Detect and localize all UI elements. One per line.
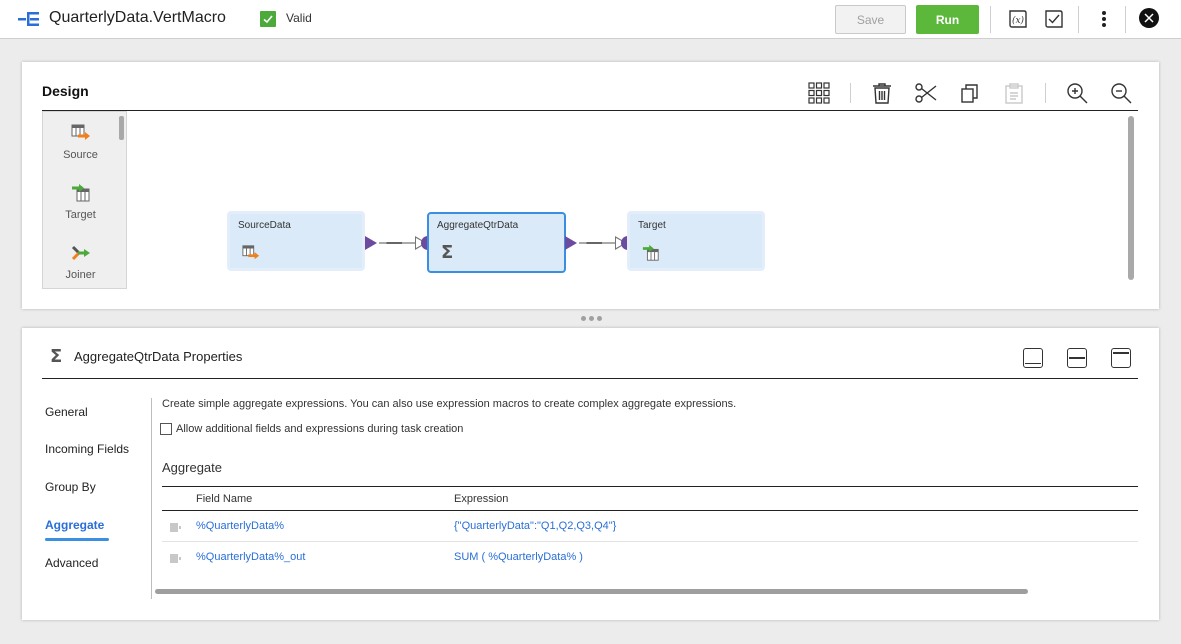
- expression-cell[interactable]: SUM ( %QuarterlyData% ): [454, 551, 583, 563]
- divider: [990, 6, 991, 33]
- divider: [850, 83, 851, 103]
- node-source[interactable]: SourceData: [227, 211, 365, 271]
- dock-bottom-icon[interactable]: [1023, 348, 1043, 368]
- allow-additional-fields-checkbox[interactable]: [160, 423, 172, 435]
- copy-icon[interactable]: [959, 82, 981, 104]
- zoom-out-icon[interactable]: [1110, 82, 1132, 104]
- node-target[interactable]: Target: [627, 211, 765, 271]
- table-row[interactable]: %QuarterlyData% {"QuarterlyData":"Q1,Q2,…: [162, 512, 1138, 542]
- section-title: Aggregate: [162, 460, 222, 475]
- node-aggregate[interactable]: AggregateQtrData Σ: [427, 212, 566, 273]
- expression-cell[interactable]: {"QuarterlyData":"Q1,Q2,Q3,Q4"}: [454, 520, 616, 532]
- palette-label: Joiner: [65, 269, 96, 281]
- nav-item-group-by[interactable]: Group By: [45, 480, 96, 494]
- palette-label: Target: [65, 209, 96, 221]
- more-vertical-icon[interactable]: [1093, 8, 1115, 30]
- node-label: Target: [638, 220, 666, 231]
- joiner-icon: [71, 245, 90, 261]
- palette-label: Source: [63, 149, 98, 161]
- top-bar: QuarterlyData.VertMacro Valid Save Run (…: [0, 0, 1181, 39]
- validate-expression-icon[interactable]: (x): [1007, 8, 1029, 30]
- source-icon: [71, 124, 90, 140]
- drag-handle-icon[interactable]: [170, 554, 181, 563]
- run-button[interactable]: Run: [916, 5, 979, 34]
- output-port[interactable]: [565, 236, 577, 250]
- design-title: Design: [42, 83, 89, 99]
- save-button[interactable]: Save: [835, 5, 906, 34]
- node-label: SourceData: [238, 220, 291, 231]
- divider: [42, 110, 1138, 111]
- link-line[interactable]: [579, 242, 617, 244]
- cut-icon[interactable]: [915, 82, 937, 104]
- divider: [1078, 6, 1079, 33]
- transformation-palette: Source Target Joiner: [42, 111, 127, 289]
- palette-item-joiner[interactable]: Joiner: [43, 244, 118, 281]
- nav-item-aggregate[interactable]: Aggregate: [45, 518, 109, 541]
- maximize-panel-icon[interactable]: [1111, 348, 1131, 368]
- nav-item-incoming-fields[interactable]: Incoming Fields: [45, 442, 129, 456]
- table-horizontal-scrollbar[interactable]: [155, 589, 1028, 594]
- source-icon: [242, 245, 260, 260]
- properties-panel: Σ AggregateQtrData Properties General In…: [22, 328, 1159, 620]
- divider: [162, 510, 1138, 511]
- svg-text:(x): (x): [1012, 15, 1025, 26]
- target-icon: [642, 244, 659, 261]
- link-line[interactable]: [379, 242, 417, 244]
- target-icon: [71, 184, 89, 202]
- divider: [42, 378, 1138, 379]
- allow-additional-fields-option[interactable]: Allow additional fields and expressions …: [160, 423, 463, 435]
- palette-item-target[interactable]: Target: [43, 184, 118, 221]
- zoom-in-icon[interactable]: [1066, 82, 1088, 104]
- grid-arrange-icon[interactable]: [808, 82, 830, 104]
- trash-icon[interactable]: [871, 82, 893, 104]
- nav-item-advanced[interactable]: Advanced: [45, 556, 98, 570]
- sigma-icon: Σ: [50, 346, 63, 367]
- properties-title: AggregateQtrData Properties: [74, 349, 243, 364]
- status-label: Valid: [286, 11, 312, 25]
- output-port[interactable]: [365, 236, 377, 250]
- close-icon[interactable]: [1138, 7, 1160, 29]
- palette-scrollbar[interactable]: [119, 116, 124, 140]
- canvas-vertical-scrollbar[interactable]: [1128, 116, 1134, 280]
- panel-splitter-handle[interactable]: [578, 316, 604, 322]
- paste-icon[interactable]: [1003, 82, 1025, 104]
- asset-title: QuarterlyData.VertMacro: [49, 9, 226, 26]
- divider: [151, 398, 152, 599]
- nav-item-label: Aggregate: [45, 518, 105, 532]
- table-row[interactable]: %QuarterlyData%_out SUM ( %QuarterlyData…: [162, 543, 1138, 573]
- node-label: AggregateQtrData: [437, 220, 519, 231]
- palette-item-source[interactable]: Source: [43, 124, 118, 161]
- active-indicator: [45, 538, 109, 541]
- nav-item-general[interactable]: General: [45, 405, 88, 419]
- checkbox-label: Allow additional fields and expressions …: [176, 423, 464, 435]
- divider: [1045, 83, 1046, 103]
- design-panel: Design Source Target Joiner SourceData A…: [22, 62, 1159, 309]
- field-name-cell[interactable]: %QuarterlyData%: [196, 520, 284, 532]
- divider: [1125, 6, 1126, 33]
- divider: [162, 486, 1138, 487]
- split-view-icon[interactable]: [1067, 348, 1087, 368]
- validate-icon[interactable]: [1043, 8, 1065, 30]
- description-text: Create simple aggregate expressions. You…: [162, 398, 737, 410]
- column-header-field-name[interactable]: Field Name: [196, 493, 252, 505]
- valid-check-icon: [260, 11, 276, 27]
- field-name-cell[interactable]: %QuarterlyData%_out: [196, 551, 305, 563]
- mapping-icon: [18, 12, 39, 26]
- drag-handle-icon[interactable]: [170, 523, 181, 532]
- column-header-expression[interactable]: Expression: [454, 493, 508, 505]
- sigma-icon: Σ: [441, 242, 454, 263]
